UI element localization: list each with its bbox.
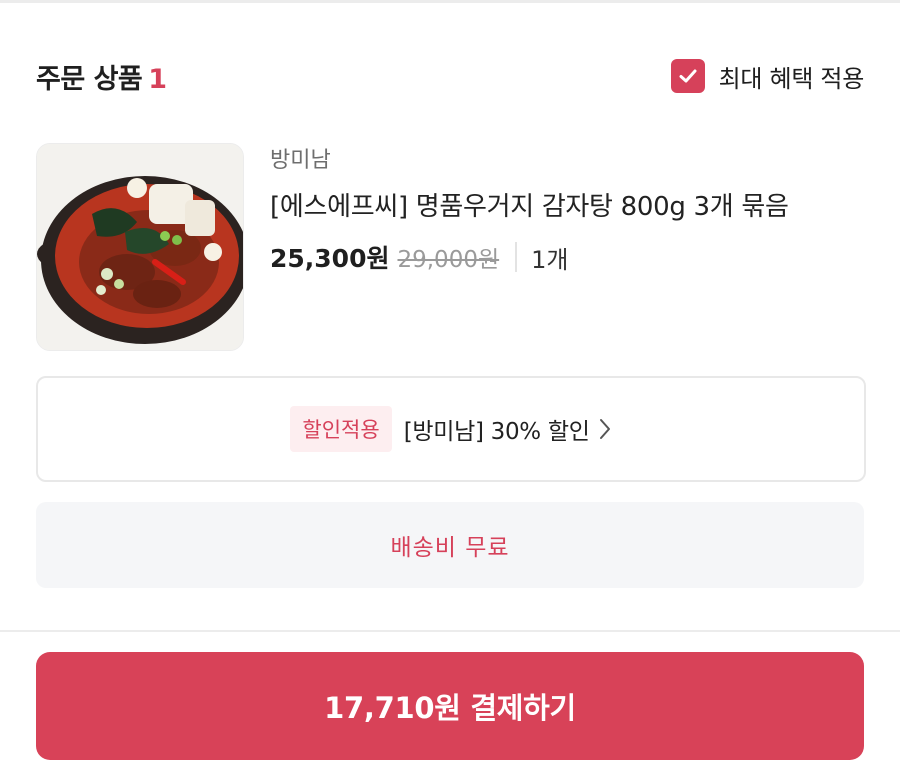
max-benefit-toggle[interactable]: 최대 혜택 적용 [670,59,865,94]
discount-applied-badge: 할인적용 [290,406,392,452]
product-name[interactable]: [에스에프씨] 명품우거지 감자탕 800g 3개 묶음 [270,187,864,227]
section-title: 주문 상품 1 [36,57,167,96]
price-row: 25,300원 29,000원 1개 [270,239,864,275]
product-info: 방미남 [에스에프씨] 명품우거지 감자탕 800g 3개 묶음 25,300원… [270,143,864,275]
item-count: 1 [148,63,167,95]
max-benefit-checkbox[interactable] [670,59,705,93]
sale-price: 25,300원 [270,244,390,273]
max-benefit-label: 최대 혜택 적용 [718,64,865,93]
shipping-fee-box: 배송비 무료 [36,502,864,588]
footer-divider [0,630,900,632]
chevron-right-icon [598,417,612,441]
order-product-item: 방미남 [에스에프씨] 명품우거지 감자탕 800g 3개 묶음 25,300원… [36,143,864,351]
gamjatang-food-icon [37,144,243,350]
order-header: 주문 상품 1 최대 혜택 적용 [36,52,864,100]
discount-coupon-text: [방미남] 30% 할인 [403,419,590,445]
product-image[interactable] [36,143,244,351]
pay-button-label: 17,710원 결제하기 [324,691,576,725]
shipping-fee-text: 배송비 무료 [390,535,510,561]
quantity: 1개 [531,245,569,274]
pay-button[interactable]: 17,710원 결제하기 [36,652,864,760]
price-separator [515,242,518,272]
top-divider [0,0,900,3]
seller-name[interactable]: 방미남 [270,145,864,177]
discount-coupon-button[interactable]: 할인적용 [방미남] 30% 할인 [36,376,866,482]
original-price: 29,000원 [397,247,500,273]
check-icon [679,69,697,83]
section-title-label: 주문 상품 [36,63,143,95]
